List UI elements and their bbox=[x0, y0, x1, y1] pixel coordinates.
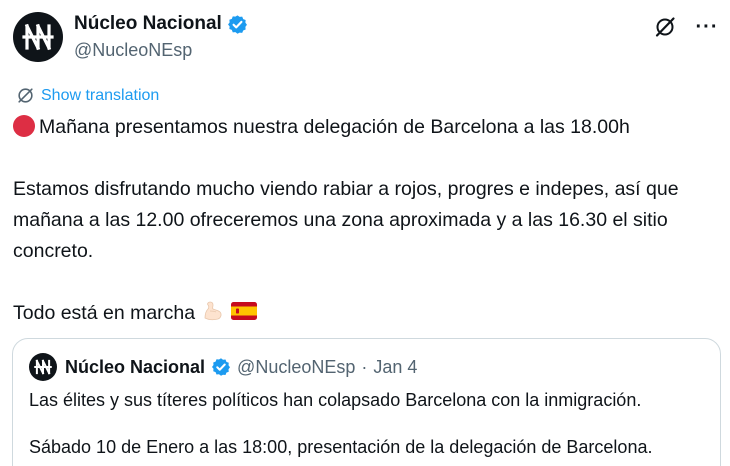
red-circle-emoji bbox=[13, 115, 35, 137]
quoted-paragraph-2: Sábado 10 de Enero a las 18:00, presenta… bbox=[29, 437, 653, 457]
quoted-author-avatar bbox=[29, 353, 57, 381]
nn-logo-icon bbox=[34, 359, 52, 375]
tweet-paragraph-3-text: Todo está en marcha bbox=[13, 302, 196, 324]
author-handle[interactable]: @NucleoNEsp bbox=[74, 40, 192, 61]
quoted-date: Jan 4 bbox=[373, 356, 418, 377]
author-avatar[interactable] bbox=[13, 12, 63, 62]
quoted-author-handle: @NucleoNEsp bbox=[237, 356, 356, 377]
more-options-button[interactable]: ··· bbox=[694, 14, 720, 40]
tweet-paragraph-3: Todo está en marcha bbox=[13, 298, 718, 329]
quoted-paragraph-1: Las élites y sus títeres políticos han c… bbox=[29, 390, 642, 410]
flexed-biceps-emoji bbox=[204, 301, 221, 321]
author-name-row: Núcleo Nacional bbox=[74, 13, 248, 35]
quoted-tweet-text: Las élites y sus títeres políticos han c… bbox=[29, 387, 709, 461]
tweet-line-1-text: Mañana presentamos nuestra delegación de… bbox=[39, 116, 630, 138]
translate-globe-icon bbox=[18, 88, 33, 103]
verified-badge-icon bbox=[212, 358, 231, 376]
slashed-circle-icon bbox=[655, 17, 675, 37]
nn-logo-icon bbox=[22, 23, 54, 51]
quoted-author-display-name: Núcleo Nacional bbox=[65, 356, 206, 377]
quoted-separator: · bbox=[361, 356, 368, 377]
tweet-actions: ··· bbox=[652, 14, 720, 40]
tweet-line-1: Mañana presentamos nuestra delegación de… bbox=[13, 112, 718, 143]
show-translation-label: Show translation bbox=[41, 86, 160, 104]
show-translation-link[interactable]: Show translation bbox=[16, 86, 159, 105]
tweet-card: Núcleo Nacional @NucleoNEsp ··· Show tra… bbox=[0, 0, 730, 466]
author-display-name[interactable]: Núcleo Nacional bbox=[74, 13, 222, 35]
grok-button[interactable] bbox=[652, 14, 678, 40]
verified-badge-icon bbox=[227, 14, 247, 34]
quoted-tweet-header: Núcleo Nacional @NucleoNEsp · Jan 4 bbox=[29, 353, 417, 381]
tweet-paragraph-2: Estamos disfrutando mucho viendo rabiar … bbox=[13, 178, 679, 262]
tweet-text: Mañana presentamos nuestra delegación de… bbox=[13, 112, 718, 329]
spain-flag-emoji bbox=[230, 302, 257, 320]
more-dots-icon: ··· bbox=[695, 16, 719, 38]
quoted-tweet[interactable]: Núcleo Nacional @NucleoNEsp · Jan 4 Las … bbox=[12, 338, 721, 466]
